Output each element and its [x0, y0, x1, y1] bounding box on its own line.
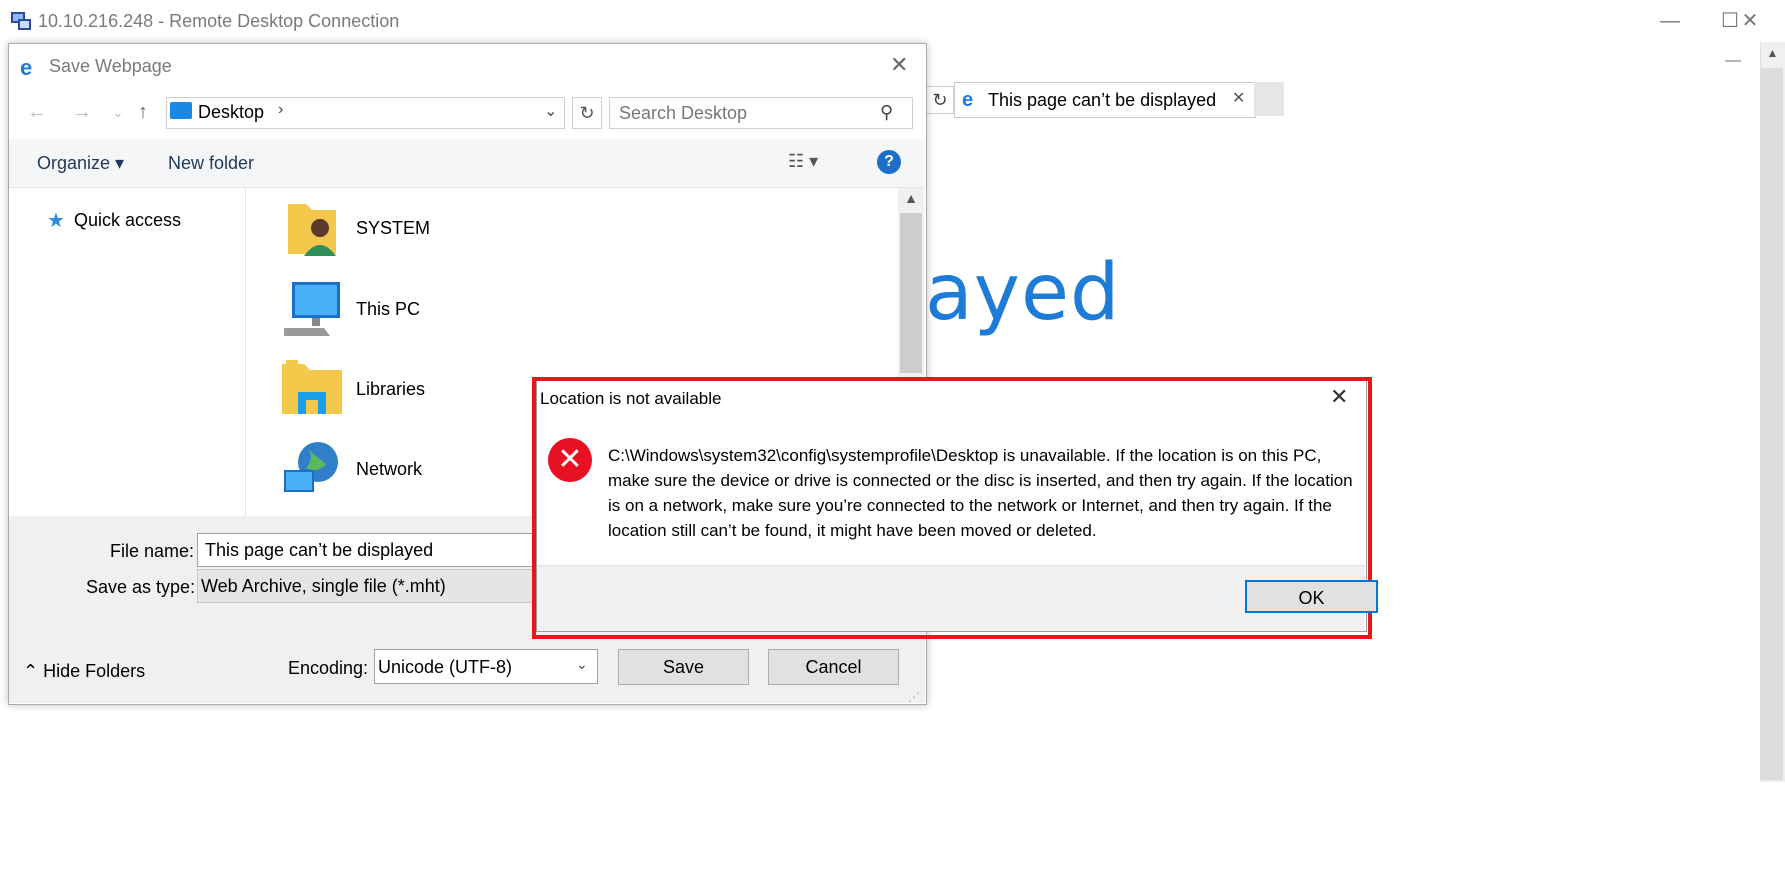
encoding-label: Encoding:: [288, 658, 369, 678]
network-icon[interactable]: [280, 438, 344, 500]
cancel-button[interactable]: Cancel: [768, 649, 899, 685]
file-item-label[interactable]: This PC: [356, 299, 420, 320]
error-icon: ✕: [548, 438, 592, 482]
forward-arrow-icon[interactable]: →: [72, 101, 92, 124]
ie-tab-title: This page can’t be displayed: [988, 90, 1217, 110]
ie-page-heading: ayed: [925, 248, 1121, 338]
file-list-scrollbar-thumb[interactable]: [900, 213, 922, 373]
ie-refresh-icon[interactable]: ↻: [926, 86, 954, 114]
star-icon: ★: [47, 210, 65, 232]
up-arrow-icon[interactable]: ↑: [138, 101, 148, 124]
refresh-icon[interactable]: ↻: [572, 97, 602, 129]
encoding-value[interactable]: Unicode (UTF-8): [378, 657, 512, 678]
ie-tab-close-icon[interactable]: ✕: [1232, 88, 1245, 108]
rdp-close-button[interactable]: ✕: [1730, 6, 1770, 36]
back-arrow-icon[interactable]: ←: [27, 101, 47, 124]
chevron-right-icon[interactable]: ›: [278, 101, 283, 119]
ok-button[interactable]: OK: [1245, 580, 1378, 613]
libraries-folder-icon[interactable]: [280, 358, 344, 420]
hide-folders-button[interactable]: ⌃ Hide Folders: [23, 661, 145, 682]
search-icon[interactable]: ⚲: [880, 102, 893, 123]
file-item-label[interactable]: Libraries: [356, 379, 425, 400]
save-button[interactable]: Save: [618, 649, 749, 685]
remote-scrollbar-thumb[interactable]: [1761, 68, 1783, 780]
address-location[interactable]: Desktop: [198, 102, 264, 123]
ie-new-tab-button[interactable]: [1254, 82, 1284, 116]
help-icon[interactable]: ?: [877, 150, 901, 174]
scroll-up-arrow-icon[interactable]: ▲: [898, 190, 924, 206]
save-as-type-label: Save as type:: [86, 577, 196, 597]
error-dialog-footer: [537, 565, 1365, 631]
error-dialog-title: Location is not available: [540, 389, 722, 408]
ie-logo-icon: e: [20, 55, 33, 80]
close-icon[interactable]: ✕: [1330, 384, 1348, 410]
remote-desktop-icon: [11, 12, 31, 30]
recent-locations-chevron-icon[interactable]: ⌄: [112, 104, 124, 121]
organize-button[interactable]: Organize ▾: [37, 153, 124, 174]
rdp-window-title: 10.10.216.248 - Remote Desktop Connectio…: [38, 11, 400, 31]
close-icon[interactable]: ✕: [890, 52, 908, 78]
file-item-label[interactable]: SYSTEM: [356, 218, 430, 239]
navigation-pane: [9, 188, 246, 516]
nav-item-quick-access[interactable]: Quick access: [74, 210, 181, 231]
dialog-title: Save Webpage: [49, 56, 172, 76]
error-message: C:\Windows\system32\config\systemprofile…: [608, 446, 1353, 540]
computer-icon[interactable]: [280, 278, 344, 340]
resize-grip-icon[interactable]: ⋰: [908, 690, 920, 704]
search-placeholder[interactable]: Search Desktop: [619, 103, 747, 124]
file-item-label[interactable]: Network: [356, 459, 422, 480]
chevron-down-icon[interactable]: ⌄: [544, 101, 557, 121]
new-folder-button[interactable]: New folder: [168, 153, 254, 174]
ie-logo-icon: e: [962, 89, 974, 111]
scroll-up-arrow-icon[interactable]: ▲: [1760, 46, 1785, 66]
save-as-type-value[interactable]: Web Archive, single file (*.mht): [201, 576, 446, 597]
remote-minimize-icon[interactable]: —: [1725, 52, 1741, 70]
chevron-down-icon[interactable]: ⌄: [576, 656, 588, 673]
user-folder-icon[interactable]: [280, 198, 344, 260]
rdp-minimize-button[interactable]: —: [1650, 6, 1690, 36]
desktop-icon: [170, 102, 192, 119]
view-options-icon[interactable]: ☷ ▾: [788, 151, 818, 172]
file-name-label: File name:: [110, 541, 195, 561]
file-name-value[interactable]: This page can’t be displayed: [205, 540, 433, 561]
